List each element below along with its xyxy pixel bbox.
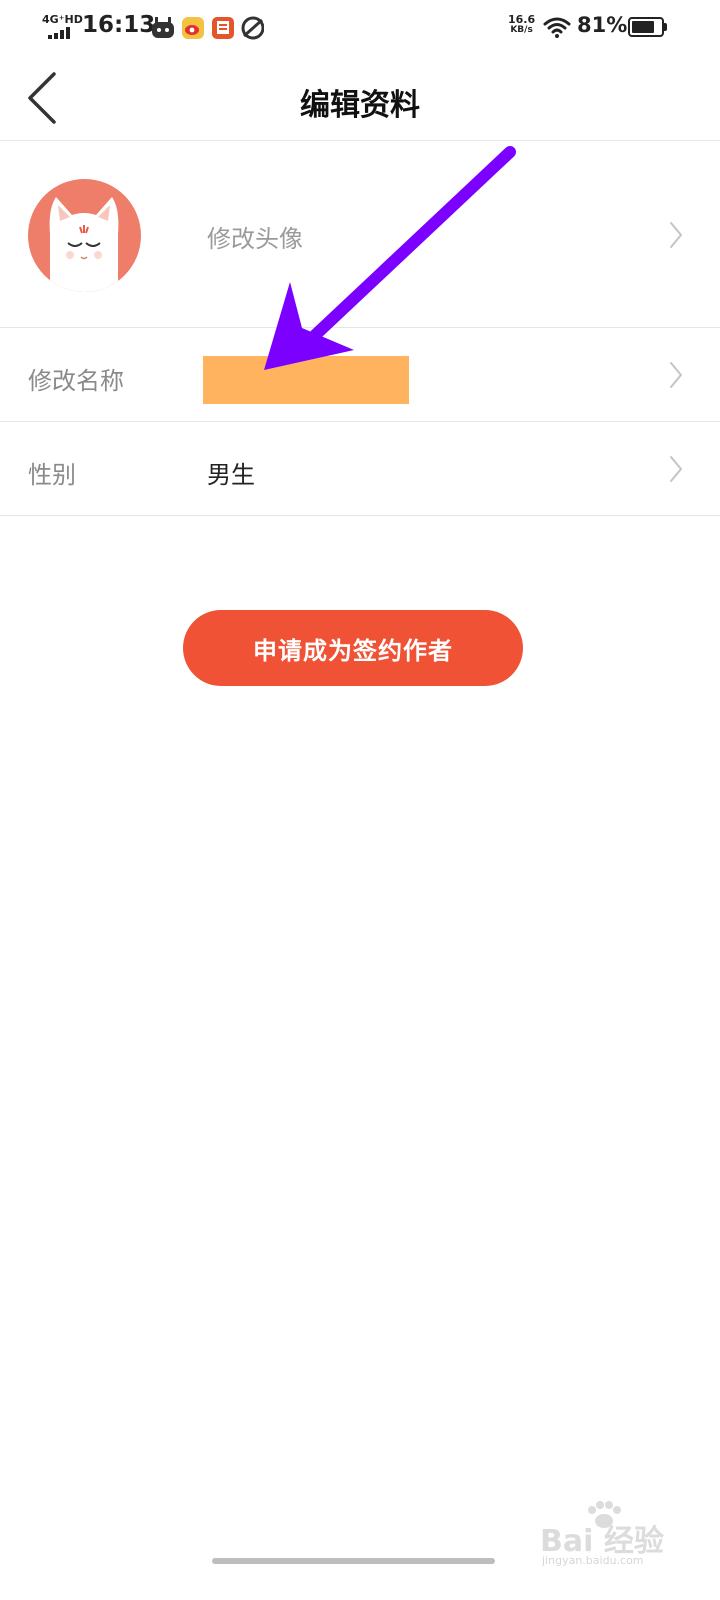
battery-level <box>632 21 654 33</box>
change-name-row[interactable]: 修改名称 <box>0 328 720 422</box>
speed-value: 16.6 <box>508 13 536 26</box>
change-avatar-label: 修改头像 <box>207 225 303 253</box>
speed-unit: KB/s <box>510 25 533 35</box>
change-avatar-row[interactable]: 修改头像 <box>0 141 720 328</box>
chevron-right-icon <box>670 362 682 388</box>
browser-app-icon <box>241 16 264 40</box>
network-speed: 16.6 KB/s <box>508 14 535 36</box>
notification-icons <box>152 16 264 40</box>
baidu-watermark: Bai 经验 jingyan.baidu.com <box>540 1500 690 1570</box>
wifi-icon <box>543 17 571 38</box>
status-bar: 4G⁺HD 16:13 16.6 KB/s 81% <box>0 0 720 56</box>
signal-icon <box>48 27 70 39</box>
news-app-icon <box>212 17 234 39</box>
clock: 16:13 <box>82 12 156 38</box>
nav-bar: 编辑资料 <box>0 56 720 141</box>
name-redaction <box>203 356 409 404</box>
gender-value: 男生 <box>207 461 255 489</box>
chevron-right-icon <box>670 222 682 248</box>
battery-percent: 81% <box>577 13 628 37</box>
weibo-icon <box>182 17 204 39</box>
change-name-label: 修改名称 <box>28 367 124 395</box>
home-indicator[interactable] <box>212 1558 495 1564</box>
page-title: 编辑资料 <box>300 88 420 123</box>
battery-icon <box>628 17 664 37</box>
network-type: 4G⁺HD <box>42 13 83 26</box>
apply-signed-author-button[interactable]: 申请成为签约作者 <box>183 610 523 686</box>
chevron-right-icon <box>670 456 682 482</box>
battery-tip <box>664 23 667 31</box>
cat-avatar-image <box>49 197 119 292</box>
watermark-url: jingyan.baidu.com <box>542 1554 644 1567</box>
gender-row[interactable]: 性别 男生 <box>0 422 720 516</box>
avatar[interactable] <box>28 179 141 292</box>
gender-label: 性别 <box>28 461 76 489</box>
robot-app-icon <box>152 17 174 38</box>
